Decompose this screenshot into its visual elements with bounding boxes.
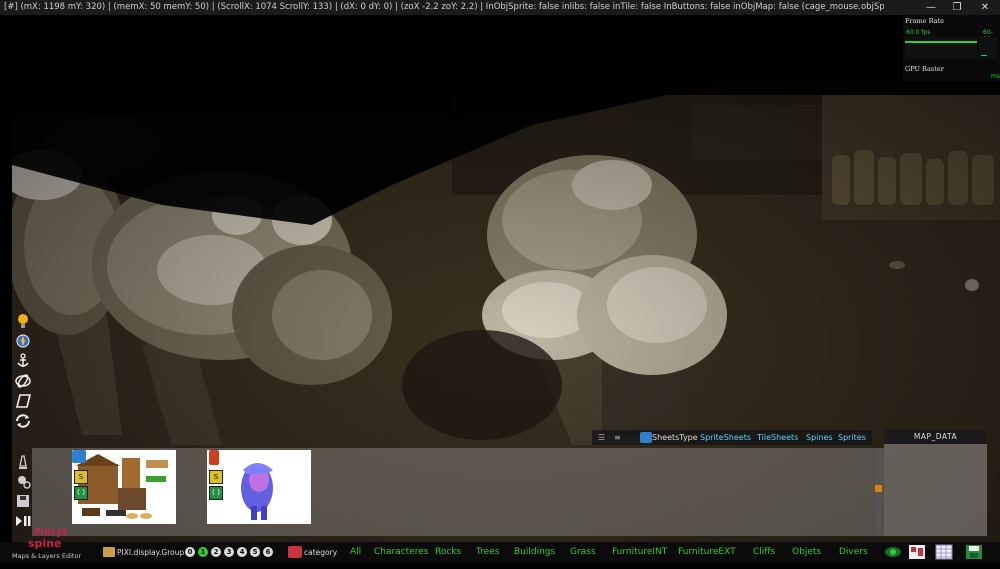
category-icon: [288, 546, 302, 558]
s-badge-2: S: [209, 470, 223, 484]
layer-5-button[interactable]: 5: [250, 547, 260, 557]
library-scroll-thumb[interactable]: [875, 485, 882, 492]
category-cliffs[interactable]: Cliffs: [753, 542, 775, 563]
category-divers[interactable]: Divers: [839, 542, 868, 563]
gyroscope-icon[interactable]: [12, 372, 34, 390]
sheets-type-label: SheetsType: [652, 433, 698, 442]
list-view-alt-icon[interactable]: ≡: [614, 430, 621, 445]
layer-2-button[interactable]: 2: [211, 547, 221, 557]
tab-spritesheets[interactable]: SpriteSheets: [700, 430, 751, 445]
restore-button[interactable]: ❐: [944, 0, 970, 15]
save-disk-icon[interactable]: [12, 492, 34, 510]
debug-status-text: [#] (mX: 1198 mY: 320) | (memX: 50 memY:…: [4, 2, 884, 12]
pixi-spine-logo: PIXI.JS spine Maps & Layers Editor: [12, 528, 86, 563]
tab-sprites[interactable]: Sprites: [838, 430, 866, 445]
minimize-button[interactable]: —: [918, 0, 944, 15]
close-button[interactable]: ✕: [972, 0, 998, 15]
sheets-type-icon: [640, 432, 652, 443]
brace-badge-2: { }: [209, 486, 223, 500]
category-characteres[interactable]: Characteres: [374, 542, 428, 563]
category-objets[interactable]: Objets: [792, 542, 821, 563]
lamp-icon[interactable]: [12, 452, 34, 470]
group-label: PIXI.display.Group: [117, 548, 185, 557]
s-badge-1: S: [74, 470, 88, 484]
library-panel: S { } S { }: [32, 448, 884, 536]
bottom-bar: PIXI.display.Group 0 1 2 3 4 5 6 categor…: [0, 542, 1000, 563]
fps-value: 60.0 fps: [906, 29, 931, 36]
title-bar: [#] (mX: 1198 mY: 320) | (memX: 50 memY:…: [0, 0, 1000, 15]
layer-6-button[interactable]: 6: [263, 547, 273, 557]
list-view-icon[interactable]: ☰: [598, 430, 605, 445]
library-tab-bar: ☰ ≡ SheetsType SpriteSheets TileSheets S…: [592, 430, 872, 445]
category-furnitureext[interactable]: FurnitureEXT: [678, 542, 736, 563]
save-map-icon[interactable]: [965, 544, 983, 569]
tab-tilesheets[interactable]: TileSheets: [757, 430, 798, 445]
grid-icon[interactable]: [935, 544, 953, 569]
category-furnitureint[interactable]: FurnitureINT: [612, 542, 667, 563]
anchor-icon[interactable]: [12, 352, 34, 370]
map-data-panel: MAP_DATA: [884, 430, 987, 536]
category-trees[interactable]: Trees: [476, 542, 499, 563]
skew-icon[interactable]: [12, 392, 34, 410]
map-inspector-icon[interactable]: [908, 544, 926, 569]
layer-0-button[interactable]: 0: [185, 547, 195, 557]
map-data-header: MAP_DATA: [884, 430, 987, 444]
category-label: category: [304, 548, 338, 557]
layers-stack-icon: [103, 547, 115, 557]
brace-badge-1: { }: [74, 486, 88, 500]
logo-spine-text: spine: [28, 537, 62, 550]
refresh-icon[interactable]: [12, 412, 34, 430]
category-rocks[interactable]: Rocks: [435, 542, 461, 563]
eye-icon[interactable]: [884, 545, 902, 568]
frame-rate-panel: Frame Rate 60.0 fps 60-60 GPU Raster ms: [903, 15, 1000, 81]
fps-graph: [905, 37, 998, 59]
left-toolbar: [12, 312, 34, 562]
layer-1-button[interactable]: 1: [198, 547, 208, 557]
library-scrollbar[interactable]: [875, 450, 882, 534]
layer-4-button[interactable]: 4: [237, 547, 247, 557]
gpu-raster-label: GPU Raster: [905, 65, 944, 73]
category-all[interactable]: All: [350, 542, 361, 563]
tab-spines[interactable]: Spines: [806, 430, 833, 445]
light-settings-icon[interactable]: [12, 472, 34, 490]
logo-subtitle: Maps & Layers Editor: [12, 552, 82, 560]
spritesheet-type-icon: [72, 450, 86, 463]
gpu-raster-value: ms: [991, 73, 1000, 80]
lightbulb-icon[interactable]: [12, 312, 34, 330]
layer-3-button[interactable]: 3: [224, 547, 234, 557]
compass-icon[interactable]: [12, 332, 34, 350]
category-grass[interactable]: Grass: [570, 542, 596, 563]
category-buildings[interactable]: Buildings: [514, 542, 555, 563]
frame-rate-label: Frame Rate: [905, 17, 944, 25]
spine-type-icon: [209, 450, 219, 465]
